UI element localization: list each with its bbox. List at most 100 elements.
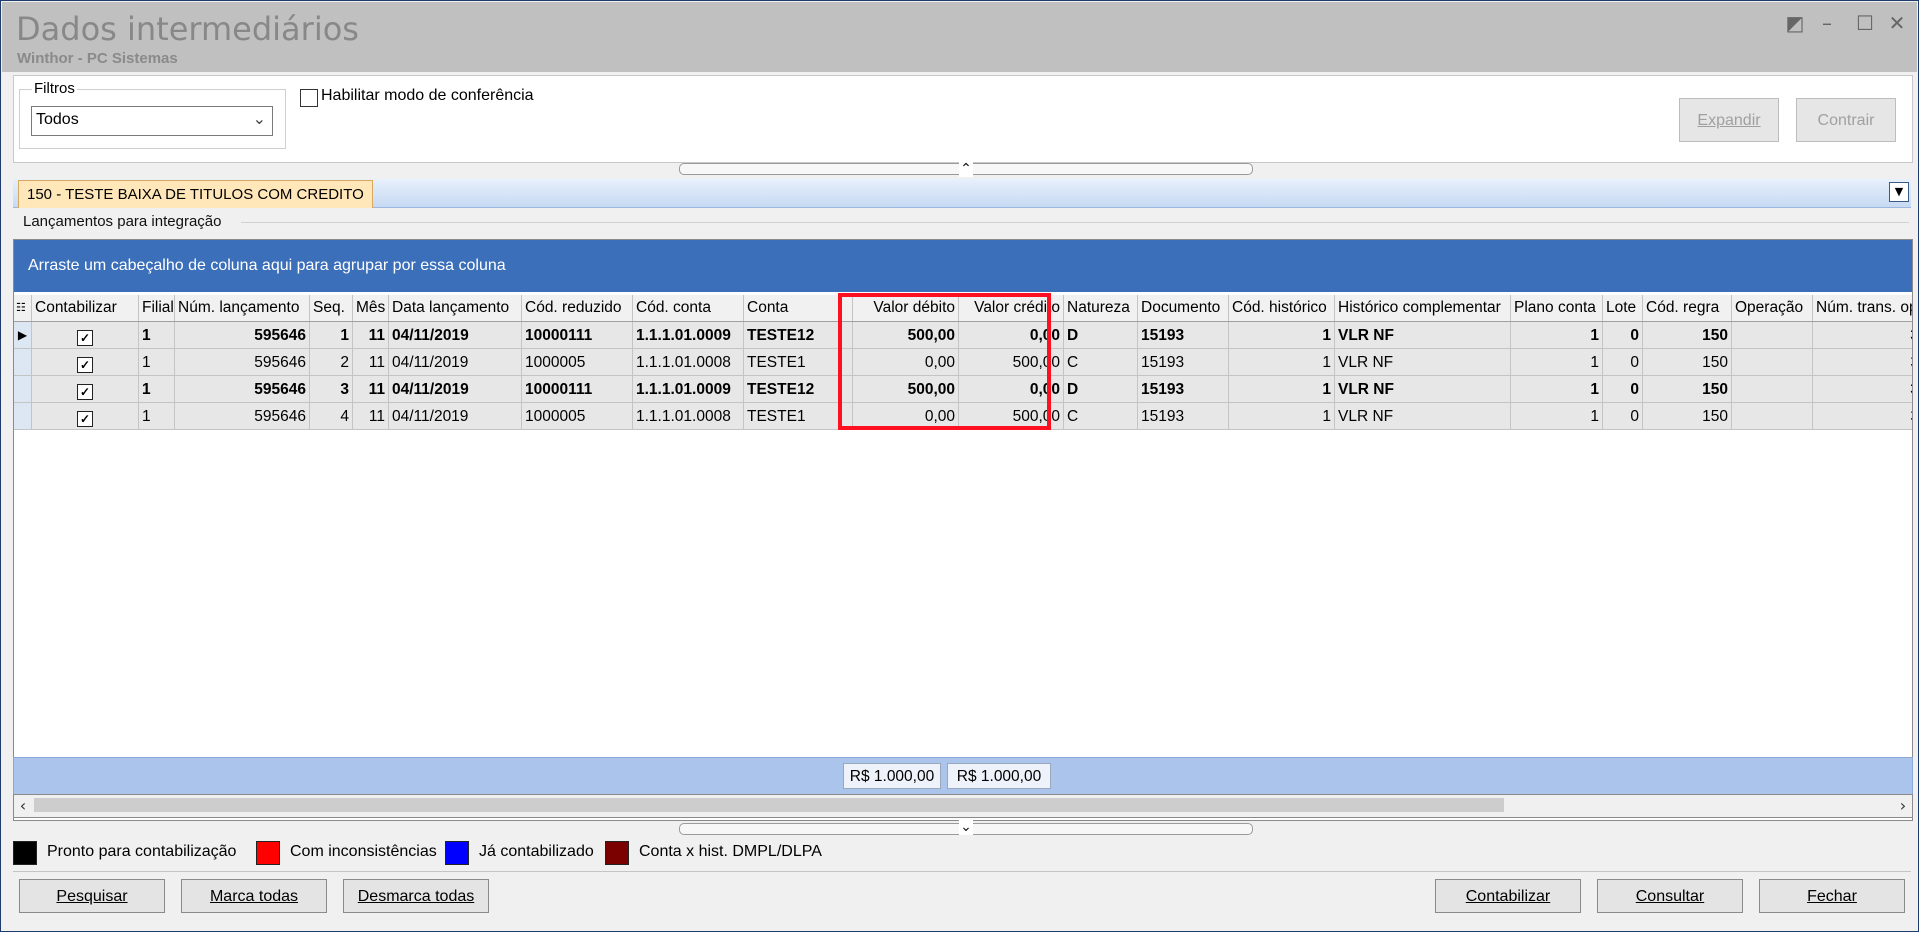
column-header-cod-historico[interactable]: Cód. histórico	[1229, 295, 1335, 321]
cell-cod-reduzido: 1000005	[522, 403, 633, 430]
filters-selected-value: Todos	[36, 111, 79, 128]
scrollbar-thumb[interactable]	[34, 798, 1504, 812]
column-header-data[interactable]: Data lançamento	[389, 295, 522, 321]
cell-data: 04/11/2019	[389, 322, 522, 349]
contabilizar-checkbox[interactable]: ✓	[77, 330, 93, 346]
contabilizar-checkbox[interactable]: ✓	[77, 357, 93, 373]
legend-divider	[13, 871, 1911, 872]
tab-config-150[interactable]: 150 - TESTE BAIXA DE TITULOS COM CREDITO	[18, 180, 373, 208]
current-row-indicator-icon[interactable]: ▶	[14, 322, 32, 349]
cell-lote: 0	[1603, 322, 1643, 349]
filters-legend: Filtros	[32, 80, 77, 97]
row-indicator[interactable]	[14, 403, 32, 430]
cell-cod-conta: 1.1.1.01.0009	[633, 376, 744, 403]
cell-num-trans: 3	[1813, 349, 1912, 376]
contabilizar-checkbox[interactable]: ✓	[77, 384, 93, 400]
cell-cod-reduzido: 10000111	[522, 322, 633, 349]
window-title: Dados intermediários	[16, 10, 359, 48]
cell-mes: 11	[353, 376, 389, 403]
cell-plano-conta: 1	[1511, 376, 1603, 403]
deselect-all-button[interactable]: Desmarca todas	[343, 879, 489, 913]
column-header-contabilizar[interactable]: Contabilizar	[32, 295, 139, 321]
chevron-down-icon[interactable]: ⌄	[959, 819, 973, 835]
column-header-cod-conta[interactable]: Cód. conta	[633, 295, 744, 321]
cell-filial: 1	[139, 376, 175, 403]
cell-cod-reduzido: 1000005	[522, 349, 633, 376]
conference-mode-checkbox[interactable]	[300, 89, 318, 107]
collapse-button[interactable]: Contrair	[1796, 98, 1896, 142]
row-indicator[interactable]	[14, 376, 32, 403]
minimize-icon[interactable]: –	[1814, 10, 1840, 36]
column-header-conta[interactable]: Conta	[744, 295, 853, 321]
expand-button[interactable]: Expandir	[1679, 98, 1779, 142]
close-button[interactable]: Fechar	[1759, 879, 1905, 913]
column-header-lote[interactable]: Lote	[1603, 295, 1643, 321]
cell-num-trans: 3	[1813, 322, 1912, 349]
cell-plano-conta: 1	[1511, 349, 1603, 376]
legend-label-ready: Pronto para contabilização	[47, 843, 237, 860]
cell-data: 04/11/2019	[389, 376, 522, 403]
search-button[interactable]: Pesquisar	[19, 879, 165, 913]
column-header-plano-conta[interactable]: Plano conta	[1511, 295, 1603, 321]
row-indicator[interactable]	[14, 349, 32, 376]
column-header-cod-reduzido[interactable]: Cód. reduzido	[522, 295, 633, 321]
tab-dropdown-icon[interactable]: ▼	[1889, 182, 1909, 202]
cell-documento: 15193	[1138, 376, 1229, 403]
filters-select[interactable]: Todos ⌄	[31, 106, 273, 136]
tab-strip: 150 - TESTE BAIXA DE TITULOS COM CREDITO…	[13, 179, 1911, 208]
column-chooser-icon[interactable]: ☷	[14, 295, 32, 321]
cell-data: 04/11/2019	[389, 349, 522, 376]
column-header-num-trans[interactable]: Núm. trans. op	[1813, 295, 1912, 321]
app-window: Dados intermediários Winthor - PC Sistem…	[0, 0, 1919, 932]
cell-contabilizar[interactable]: ✓	[32, 376, 139, 403]
chevron-up-icon[interactable]: ⌃	[959, 161, 973, 177]
horizontal-scrollbar[interactable]: ‹ ›	[13, 794, 1913, 818]
close-icon[interactable]: ✕	[1884, 10, 1910, 36]
column-header-seq[interactable]: Seq.	[310, 295, 353, 321]
cell-documento: 15193	[1138, 403, 1229, 430]
cell-seq: 3	[310, 376, 353, 403]
cell-plano-conta: 1	[1511, 322, 1603, 349]
cell-documento: 15193	[1138, 349, 1229, 376]
column-header-historico[interactable]: Histórico complementar	[1335, 295, 1511, 321]
maximize-icon[interactable]: ☐	[1852, 10, 1878, 36]
cell-historico: VLR NF	[1335, 349, 1511, 376]
select-all-button[interactable]: Marca todas	[181, 879, 327, 913]
column-header-mes[interactable]: Mês	[353, 295, 389, 321]
cell-cod-historico: 1	[1229, 322, 1335, 349]
scroll-left-icon[interactable]: ‹	[14, 795, 32, 817]
cell-cod-historico: 1	[1229, 403, 1335, 430]
cell-contabilizar[interactable]: ✓	[32, 403, 139, 430]
totals-footer: R$ 1.000,00 R$ 1.000,00	[13, 757, 1913, 795]
column-header-operacao[interactable]: Operação	[1732, 295, 1813, 321]
cell-historico: VLR NF	[1335, 322, 1511, 349]
cell-cod-reduzido: 10000111	[522, 376, 633, 403]
cell-mes: 11	[353, 403, 389, 430]
cell-operacao	[1732, 349, 1813, 376]
post-button[interactable]: Contabilizar	[1435, 879, 1581, 913]
column-header-natureza[interactable]: Natureza	[1064, 295, 1138, 321]
group-by-panel[interactable]: Arraste um cabeçalho de coluna aqui para…	[14, 240, 1912, 292]
column-header-documento[interactable]: Documento	[1138, 295, 1229, 321]
cell-filial: 1	[139, 349, 175, 376]
column-header-cod-regra[interactable]: Cód. regra	[1643, 295, 1732, 321]
cell-lote: 0	[1603, 403, 1643, 430]
legend-swatch-dmpl	[605, 841, 629, 865]
scroll-right-icon[interactable]: ›	[1894, 795, 1912, 817]
cell-historico: VLR NF	[1335, 403, 1511, 430]
column-header-num-lancamento[interactable]: Núm. lançamento	[175, 295, 310, 321]
query-button[interactable]: Consultar	[1597, 879, 1743, 913]
legend-swatch-ready	[13, 841, 37, 865]
cell-num-lancamento: 595646	[175, 322, 310, 349]
restore-window-icon[interactable]: ◩	[1782, 10, 1808, 36]
cell-cod-conta: 1.1.1.01.0008	[633, 403, 744, 430]
cell-lote: 0	[1603, 376, 1643, 403]
column-header-filial[interactable]: Filial	[139, 295, 175, 321]
cell-natureza: D	[1064, 376, 1138, 403]
cell-mes: 11	[353, 322, 389, 349]
legend-swatch-posted	[445, 841, 469, 865]
contabilizar-checkbox[interactable]: ✓	[77, 411, 93, 427]
legend-swatch-inconsistent	[256, 841, 280, 865]
cell-contabilizar[interactable]: ✓	[32, 349, 139, 376]
cell-contabilizar[interactable]: ✓	[32, 322, 139, 349]
